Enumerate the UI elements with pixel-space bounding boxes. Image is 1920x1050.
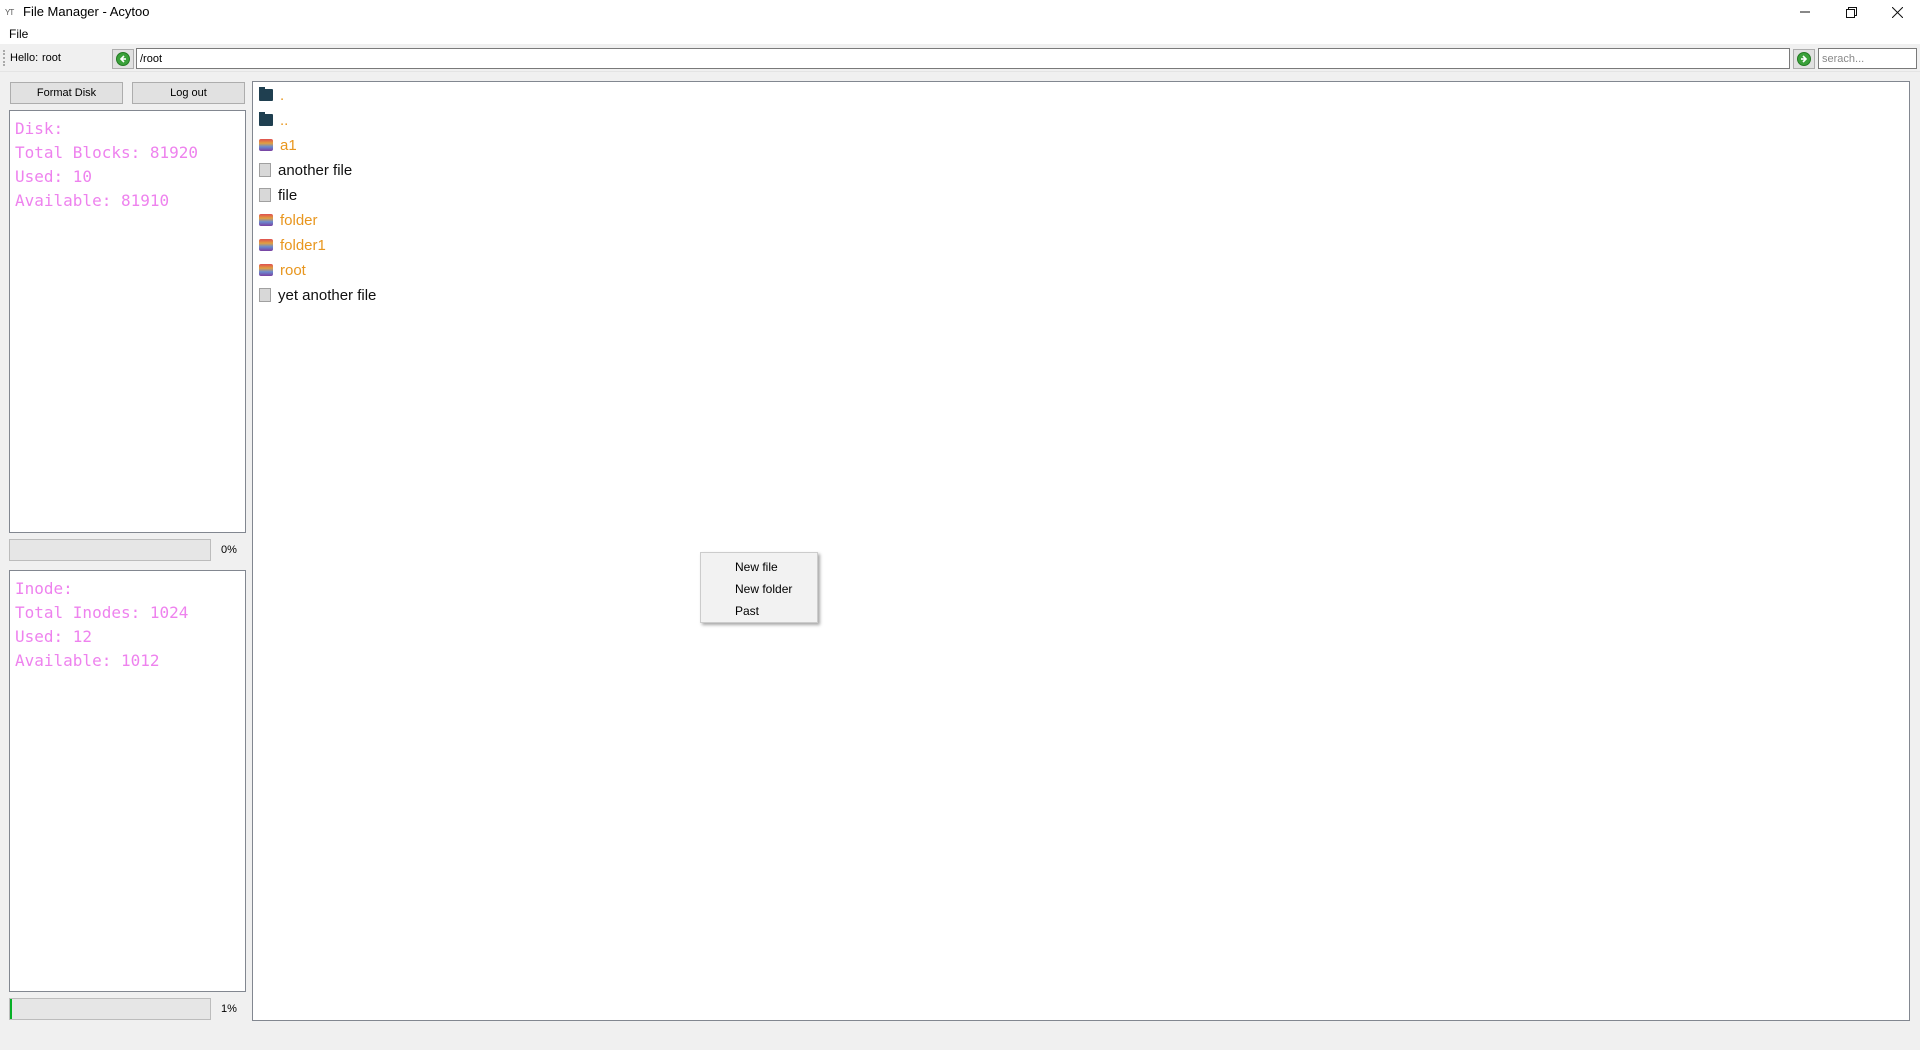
file-icon	[259, 163, 271, 177]
file-name: ..	[280, 111, 289, 129]
file-list[interactable]: ... a1 another file file folder folder1 root ye…	[252, 81, 1910, 1021]
close-icon	[1891, 6, 1903, 18]
file-list-item[interactable]: another file	[259, 159, 352, 181]
app-logo-icon: YT	[5, 8, 14, 17]
disk-available: Available: 81910	[15, 191, 170, 210]
inode-progress-fill	[10, 999, 12, 1019]
disk-used: Used: 10	[15, 167, 93, 186]
inode-progress-text: 1%	[221, 1003, 237, 1015]
file-name: a1	[280, 136, 297, 154]
folder-icon	[259, 239, 273, 251]
file-icon	[259, 188, 271, 202]
file-icon	[259, 288, 271, 302]
path-input[interactable]	[136, 48, 1790, 69]
file-list-item[interactable]: a1	[259, 134, 297, 156]
file-list-item[interactable]: file	[259, 184, 297, 206]
disk-total-blocks: Total Blocks: 81920	[15, 143, 199, 162]
file-name: file	[278, 186, 298, 204]
file-name: yet another file	[278, 286, 377, 304]
dark-folder-icon	[259, 112, 273, 126]
folder-icon	[259, 139, 273, 151]
file-list-item[interactable]: ..	[259, 109, 288, 131]
file-name: .	[280, 86, 285, 104]
restore-icon	[1845, 6, 1857, 18]
format-disk-button[interactable]: Format Disk	[10, 82, 123, 104]
menu-item-paste[interactable]: Past	[701, 600, 817, 622]
file-list-item[interactable]: folder1	[259, 234, 326, 256]
close-button[interactable]	[1874, 0, 1920, 24]
inode-used: Used: 12	[15, 627, 93, 646]
menu-file[interactable]: File	[9, 27, 28, 41]
dark-folder-icon	[259, 87, 273, 101]
title-bar: YT File Manager - Acytoo	[0, 0, 1920, 24]
disk-progress-text: 0%	[221, 544, 237, 556]
disk-title: Disk:	[15, 119, 64, 138]
log-out-button[interactable]: Log out	[132, 82, 245, 104]
inode-available: Available: 1012	[15, 651, 160, 670]
inode-title: Inode:	[15, 579, 73, 598]
file-name: folder1	[280, 236, 326, 254]
disk-progress-bar	[9, 539, 211, 561]
inode-info-panel[interactable]: Inode: Total Inodes: 1024 Used: 12 Avail…	[9, 570, 246, 992]
menu-item-new-folder[interactable]: New folder	[701, 578, 817, 600]
back-arrow-icon	[116, 52, 130, 66]
minimize-button[interactable]	[1782, 0, 1828, 24]
folder-icon	[259, 214, 273, 226]
restore-button[interactable]	[1828, 0, 1874, 24]
file-name: root	[280, 261, 306, 279]
back-button[interactable]	[112, 49, 134, 69]
file-list-item[interactable]: yet another file	[259, 284, 376, 306]
file-name: folder	[280, 211, 318, 229]
minimize-icon	[1800, 11, 1810, 13]
inode-total: Total Inodes: 1024	[15, 603, 189, 622]
file-list-item[interactable]: root	[259, 259, 306, 281]
hello-label: Hello:	[10, 52, 39, 64]
forward-arrow-icon	[1797, 52, 1811, 66]
search-input[interactable]	[1818, 48, 1917, 69]
inode-progress-bar	[9, 998, 211, 1020]
toolbar-grip-icon[interactable]	[3, 50, 5, 66]
status-bar	[0, 1026, 1920, 1050]
menu-item-new-file[interactable]: New file	[701, 556, 817, 578]
file-list-item[interactable]: folder	[259, 209, 318, 231]
folder-icon	[259, 264, 273, 276]
disk-info-panel[interactable]: Disk: Total Blocks: 81920 Used: 10 Avail…	[9, 110, 246, 533]
file-name: another file	[278, 161, 353, 179]
file-list-item[interactable]: .	[259, 84, 284, 106]
context-menu: New file New folder Past	[700, 552, 818, 623]
go-button[interactable]	[1793, 49, 1815, 69]
current-user: root	[42, 52, 61, 64]
menu-bar: File	[0, 24, 1920, 44]
window-title: File Manager - Acytoo	[23, 4, 150, 19]
